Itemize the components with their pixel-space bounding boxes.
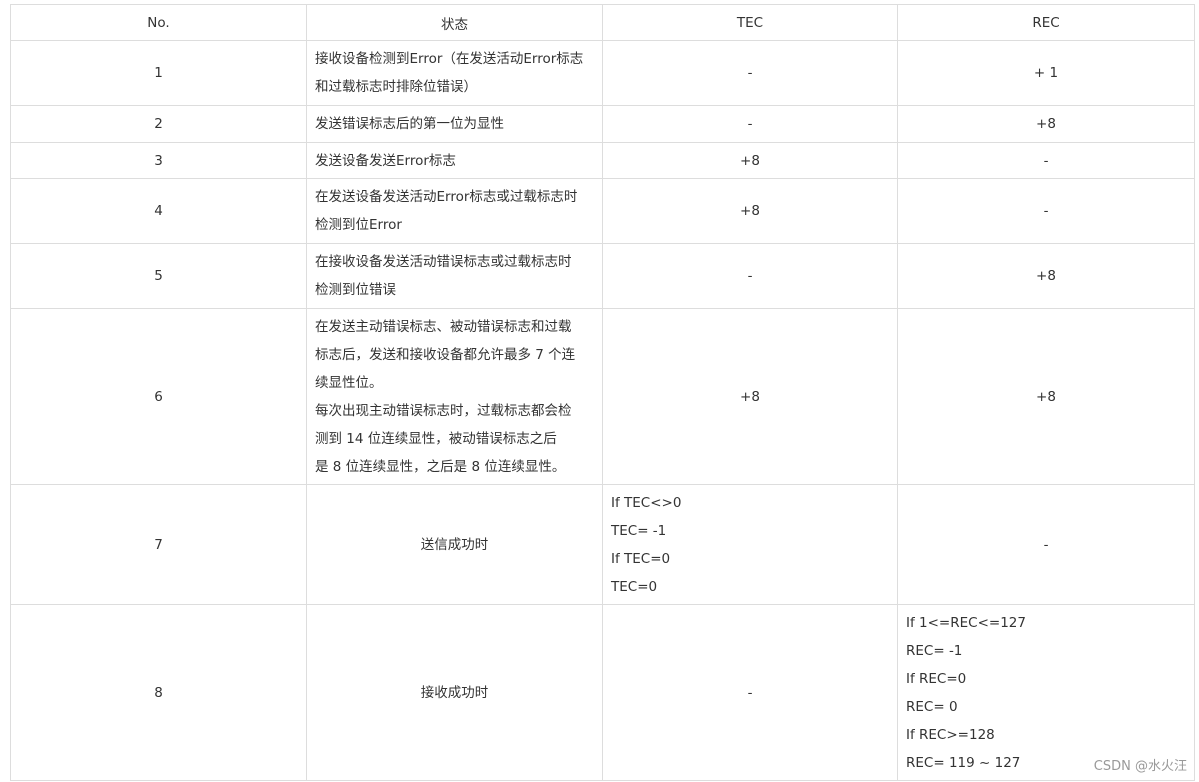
table-row: 4 在发送设备发送活动Error标志或过载标志时 检测到位Error +8 - [10, 178, 1195, 244]
table-row: 8 接收成功时 - If 1<=REC<=127 REC= -1 If REC=0 REC=… [10, 604, 1195, 781]
cell-line: If REC>=128 [906, 726, 995, 743]
cell-tec: If TEC<>0 TEC= -1 If TEC=0 TEC=0 [602, 484, 898, 605]
cell-tec: +8 [602, 308, 898, 485]
cell-text: 3 [154, 152, 163, 169]
cell-line: - [747, 268, 753, 284]
cell-no: 4 [10, 178, 307, 244]
cell-line: 是 8 位连续显性，之后是 8 位连续显性。 [315, 458, 566, 475]
table-row: 2 发送错误标志后的第一位为显性 - +8 [10, 105, 1195, 143]
cell-line: 发送设备发送Error标志 [315, 152, 456, 169]
watermark: CSDN @水火汪 [1093, 759, 1187, 774]
cell-rec: +8 [897, 308, 1195, 485]
cell-rec: +8 [897, 105, 1195, 143]
cell-line: 标志后，发送和接收设备都允许最多 7 个连 [315, 346, 576, 363]
cell-line: REC= 0 [906, 698, 958, 715]
cell-line: +8 [740, 203, 760, 219]
cell-text: 1 [154, 65, 163, 81]
cell-no: 1 [10, 40, 307, 106]
cell-status: 在发送设备发送活动Error标志或过载标志时 检测到位Error [306, 178, 603, 244]
cell-tec: +8 [602, 142, 898, 179]
cell-rec: +8 [897, 243, 1195, 309]
cell-text: 8 [154, 684, 163, 701]
cell-line: If 1<=REC<=127 [906, 614, 1026, 631]
cell-line: If TEC=0 [611, 550, 671, 567]
cell-line: +8 [1036, 268, 1056, 284]
cell-status: 接收设备检测到Error（在发送活动Error标志 和过载标志时排除位错误） [306, 40, 603, 106]
cell-status: 发送错误标志后的第一位为显性 [306, 105, 603, 143]
cell-status: 发送设备发送Error标志 [306, 142, 603, 179]
cell-line: - [1043, 203, 1049, 219]
cell-text: 7 [154, 536, 163, 553]
cell-no: 2 [10, 105, 307, 143]
cell-rec: + 1 [897, 40, 1195, 106]
cell-line: - [747, 116, 753, 132]
cell-status: 送信成功时 [306, 484, 603, 605]
cell-line: - [1043, 152, 1049, 169]
cell-line: TEC= -1 [611, 522, 667, 539]
cell-rec: - [897, 178, 1195, 244]
table-row: 7 送信成功时 If TEC<>0 TEC= -1 If TEC=0 TEC=0 - [10, 484, 1195, 605]
cell-line: 在发送设备发送活动Error标志或过载标志时 [315, 189, 578, 205]
cell-line: 在接收设备发送活动错误标志或过载标志时 [315, 254, 572, 270]
cell-line: + 1 [1033, 65, 1059, 81]
cell-line: - [1043, 536, 1049, 553]
cell-tec: +8 [602, 178, 898, 244]
cell-line: +8 [1036, 116, 1056, 132]
cell-line: 接收成功时 [420, 684, 489, 701]
cell-tec: - [602, 105, 898, 143]
cell-line: - [747, 65, 753, 81]
cell-status: 在发送主动错误标志、被动错误标志和过载 标志后，发送和接收设备都允许最多 7 个连… [306, 308, 603, 485]
cell-no: 5 [10, 243, 307, 309]
cell-text: 6 [154, 388, 163, 405]
cell-tec: - [602, 40, 898, 106]
table-row: 5 在接收设备发送活动错误标志或过载标志时 检测到位错误 - +8 [10, 243, 1195, 309]
cell-line: - [747, 684, 753, 701]
cell-text: 2 [154, 116, 163, 132]
cell-rec: - [897, 142, 1195, 179]
cell-line: +8 [740, 388, 760, 405]
cell-no: 7 [10, 484, 307, 605]
can-error-counter-table: No. 状态 TEC REC 1 接收设备检测到Error（在发送活动Error标… [10, 4, 1195, 781]
table-row: 3 发送设备发送Error标志 +8 - [10, 142, 1195, 179]
cell-line: 每次出现主动错误标志时，过载标志都会检 [315, 402, 572, 419]
cell-line: REC= -1 [906, 642, 963, 659]
cell-no: 6 [10, 308, 307, 485]
header-row: No. 状态 TEC REC [10, 4, 1195, 41]
cell-text: 5 [154, 268, 163, 284]
cell-status: 在接收设备发送活动错误标志或过载标志时 检测到位错误 [306, 243, 603, 309]
cell-line: +8 [740, 152, 760, 169]
cell-line: TEC=0 [611, 578, 658, 595]
cell-line: 在发送主动错误标志、被动错误标志和过载 [315, 318, 572, 335]
cell-no: 3 [10, 142, 307, 179]
cell-line: 检测到位Error [315, 217, 402, 233]
cell-status: 接收成功时 [306, 604, 603, 781]
cell-tec: - [602, 604, 898, 781]
header-tec: TEC [602, 4, 898, 41]
cell-text: 4 [154, 203, 163, 219]
cell-tec: - [602, 243, 898, 309]
cell-line: +8 [1036, 388, 1056, 405]
header-status: 状态 [306, 4, 603, 41]
cell-line: If REC=0 [906, 670, 967, 687]
cell-line: 测到 14 位连续显性，被动错误标志之后 [315, 430, 557, 447]
cell-line: If TEC<>0 [611, 494, 682, 511]
cell-line: 续显性位。 [315, 374, 383, 391]
cell-line: 接收设备检测到Error（在发送活动Error标志 [315, 51, 584, 67]
cell-line: 发送错误标志后的第一位为显性 [315, 116, 504, 132]
table-row: 1 接收设备检测到Error（在发送活动Error标志 和过载标志时排除位错误） - +… [10, 40, 1195, 106]
cell-rec: - [897, 484, 1195, 605]
table-row: 6 在发送主动错误标志、被动错误标志和过载 标志后，发送和接收设备都允许最多 7 个… [10, 308, 1195, 485]
cell-line: 检测到位错误 [315, 282, 396, 298]
header-rec: REC [897, 4, 1195, 41]
cell-line: 送信成功时 [420, 536, 489, 553]
header-no: No. [10, 4, 307, 41]
cell-line: 和过载标志时排除位错误） [315, 79, 477, 95]
cell-no: 8 [10, 604, 307, 781]
